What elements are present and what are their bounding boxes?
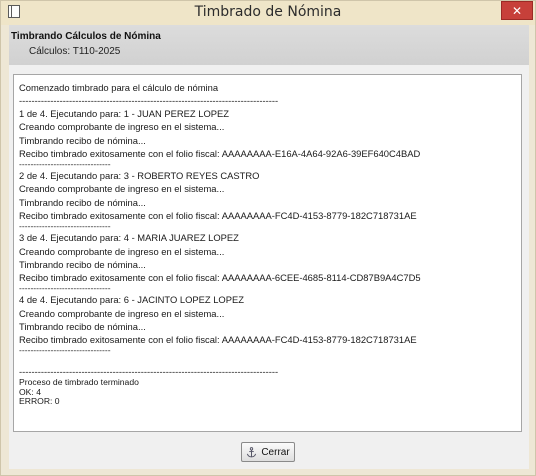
log-line: -------------------------------- bbox=[19, 345, 111, 356]
log-line: ----------------------------------------… bbox=[19, 95, 279, 107]
log-line: Creando comprobante de ingreso en el sis… bbox=[19, 121, 225, 133]
log-line: Proceso de timbrado terminado bbox=[19, 377, 139, 388]
log-line: Timbrando recibo de nómina... bbox=[19, 134, 146, 146]
log-line: -------------------------------- bbox=[19, 158, 111, 169]
log-line: Recibo timbrado exitosamente con el foli… bbox=[19, 209, 417, 221]
log-line: 3 de 4. Ejecutando para: 4 - MARIA JUARE… bbox=[19, 232, 239, 244]
log-line: ERROR: 0 bbox=[19, 396, 60, 407]
log-line: Recibo timbrado exitosamente con el foli… bbox=[19, 147, 421, 159]
close-button-label: Cerrar bbox=[261, 446, 290, 458]
window-title: Timbrado de Nómina bbox=[194, 4, 342, 20]
header-title: Timbrando Cálculos de Nómina bbox=[11, 31, 161, 42]
log-line: Creando comprobante de ingreso en el sis… bbox=[19, 245, 225, 257]
title-bar[interactable]: Timbrado de Nómina ✕ bbox=[1, 1, 535, 25]
log-line: Timbrando recibo de nómina... bbox=[19, 196, 146, 208]
header-panel: Timbrando Cálculos de Nómina Cálculos: T… bbox=[9, 25, 529, 66]
log-line: Timbrando recibo de nómina... bbox=[19, 258, 146, 270]
anchor-icon bbox=[247, 446, 257, 457]
log-line: Recibo timbrado exitosamente con el foli… bbox=[19, 271, 421, 283]
header-subtitle: Cálculos: T110-2025 bbox=[29, 46, 121, 57]
dialog-window: Timbrado de Nómina ✕ Timbrando Cálculos … bbox=[0, 0, 536, 476]
close-button[interactable]: Cerrar bbox=[241, 442, 295, 462]
log-line: 1 de 4. Ejecutando para: 1 - JUAN PEREZ … bbox=[19, 108, 229, 120]
log-line: Timbrando recibo de nómina... bbox=[19, 320, 146, 332]
log-line: Creando comprobante de ingreso en el sis… bbox=[19, 307, 225, 319]
window-close-button[interactable]: ✕ bbox=[501, 1, 533, 20]
log-line: -------------------------------- bbox=[19, 220, 111, 231]
log-line: OK: 4 bbox=[19, 386, 41, 397]
log-line: 2 de 4. Ejecutando para: 3 - ROBERTO REY… bbox=[19, 170, 260, 182]
log-output[interactable]: Comenzado timbrado para el cálculo de nó… bbox=[13, 74, 522, 432]
log-line: 4 de 4. Ejecutando para: 6 - JACINTO LOP… bbox=[19, 294, 244, 306]
content-area: Comenzado timbrado para el cálculo de nó… bbox=[9, 65, 529, 469]
log-line: Creando comprobante de ingreso en el sis… bbox=[19, 183, 225, 195]
log-line: -------------------------------- bbox=[19, 282, 111, 293]
log-line: Comenzado timbrado para el cálculo de nó… bbox=[19, 82, 219, 93]
